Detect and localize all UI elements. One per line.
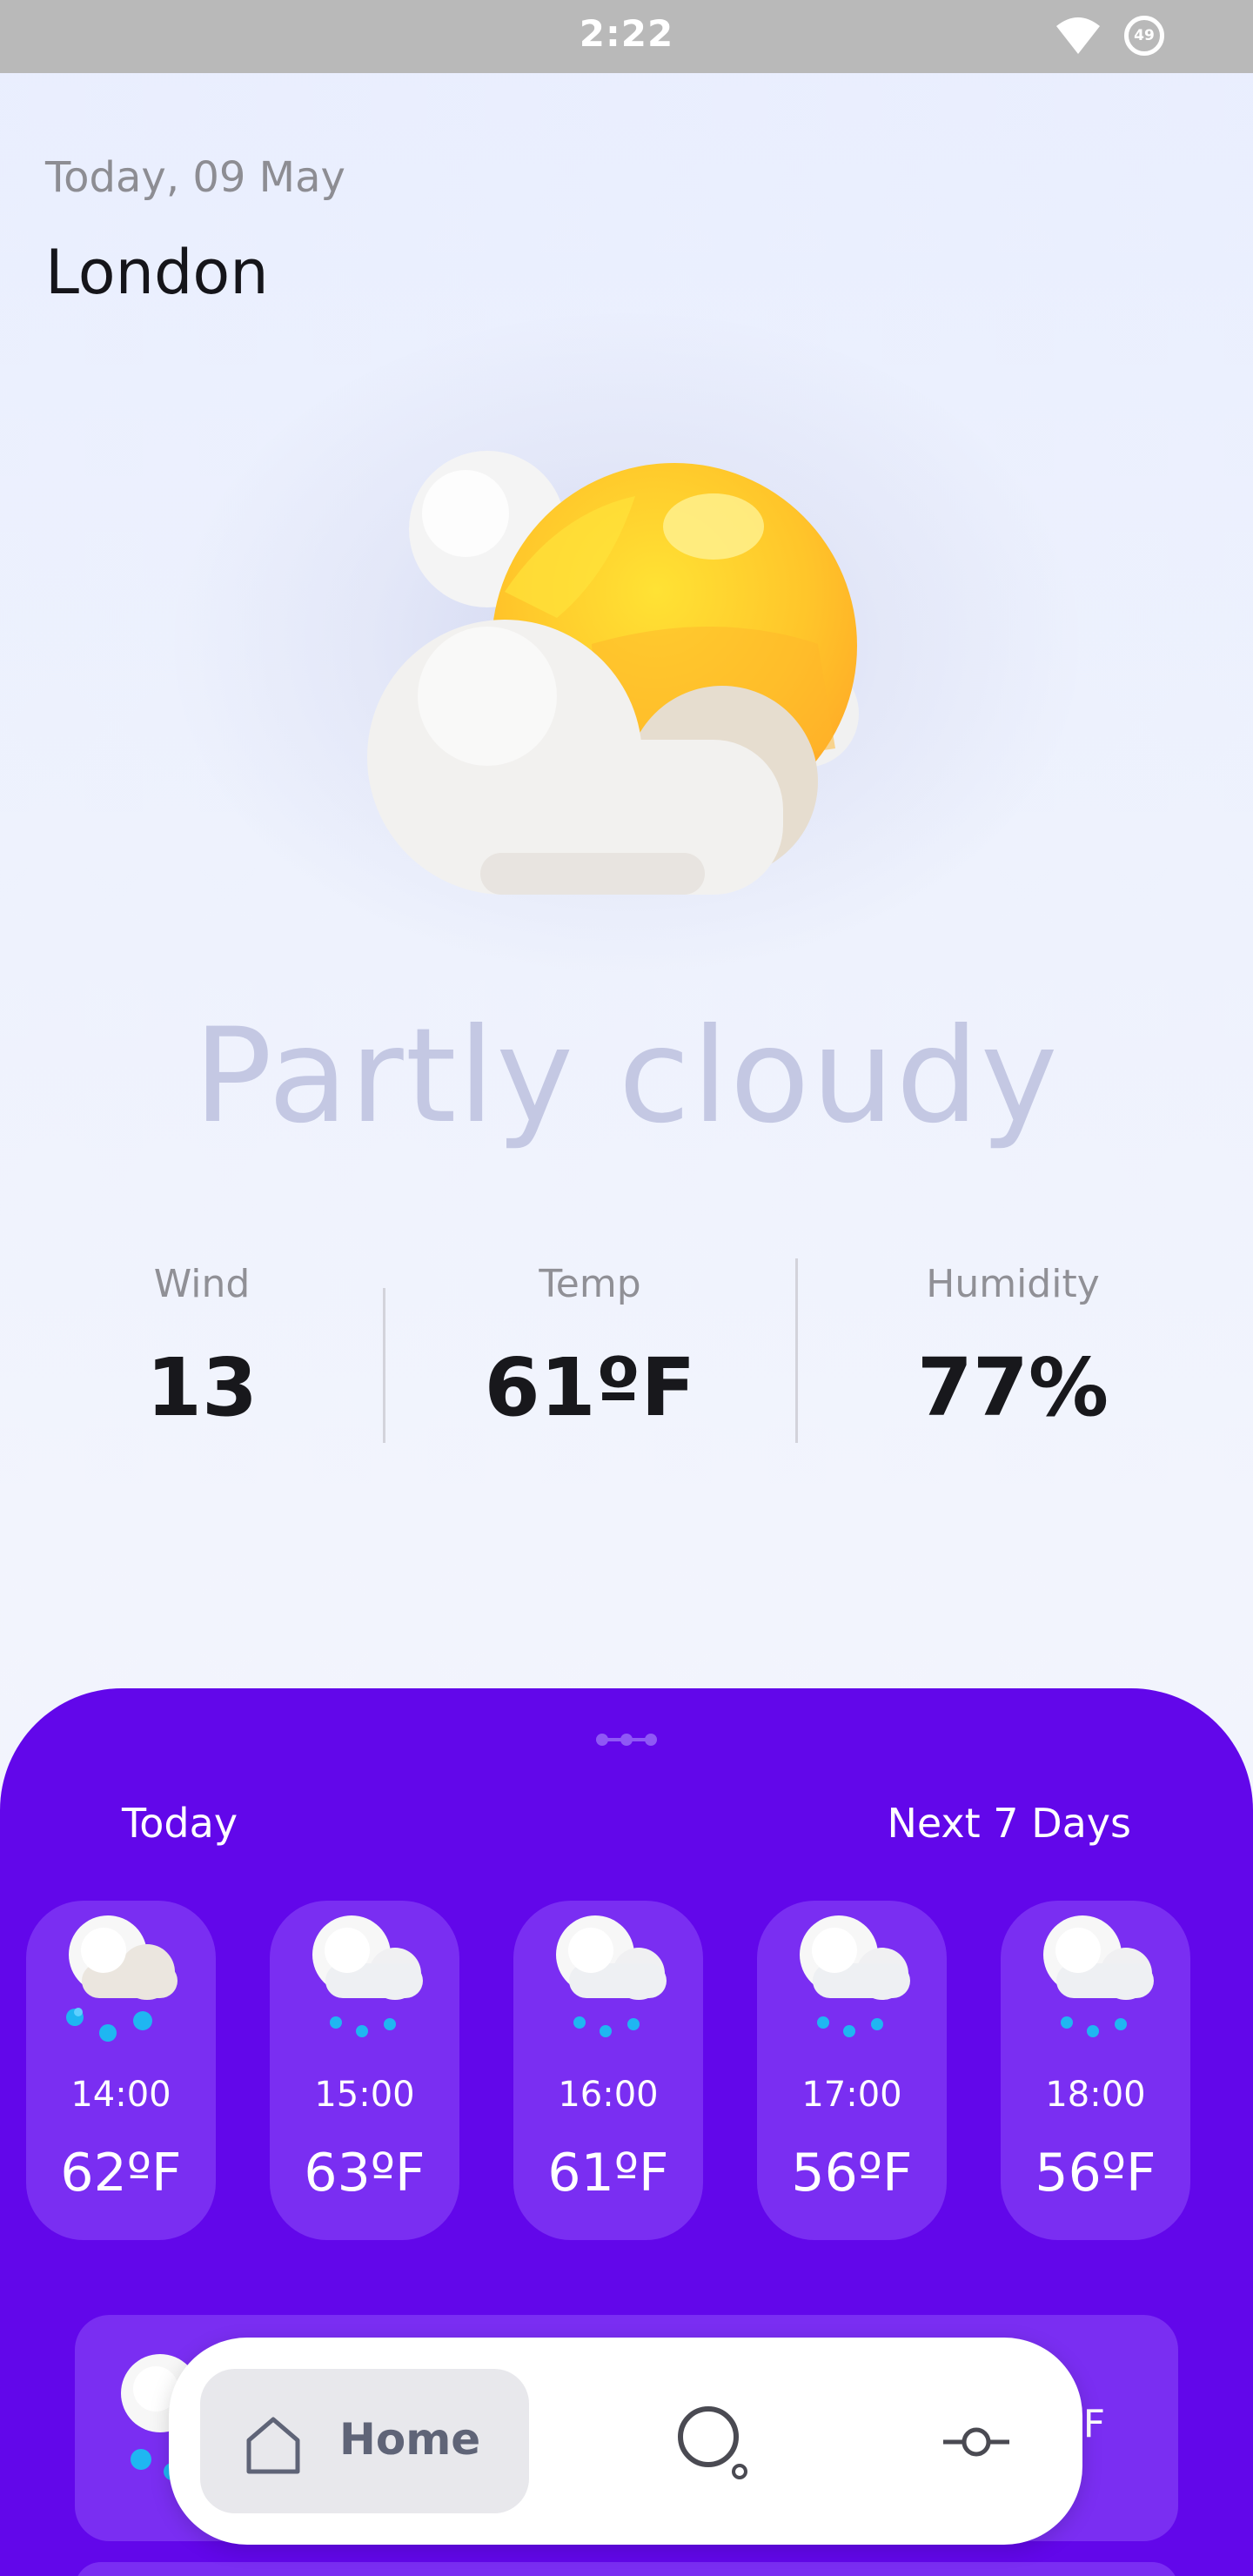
nav-home-button[interactable]: Home	[200, 2369, 529, 2513]
stat-humidity: Humidity 77%	[839, 1262, 1187, 1434]
hour-card[interactable]: 18:00 56ºF	[1001, 1901, 1190, 2240]
hour-temp: 61ºF	[547, 2143, 669, 2204]
stat-label: Temp	[539, 1262, 641, 1306]
date-label: Today, 09 May	[45, 153, 345, 202]
home-icon	[246, 2417, 300, 2474]
nav-home-label: Home	[339, 2414, 481, 2465]
daily-card[interactable]	[75, 2562, 1178, 2576]
status-bar: 2:22 49	[0, 0, 1253, 73]
hour-temp: 56ºF	[1035, 2143, 1156, 2204]
hour-time: 15:00	[314, 2075, 415, 2115]
tab-today[interactable]: Today	[122, 1800, 238, 1847]
divider	[795, 1258, 798, 1443]
stat-label: Wind	[153, 1262, 251, 1306]
hour-time: 16:00	[558, 2075, 659, 2115]
drizzle-cloud-icon	[312, 1915, 423, 2037]
drizzle-cloud-icon	[556, 1915, 667, 2037]
hour-temp: 63ºF	[304, 2143, 425, 2204]
stat-wind: Wind 13	[28, 1262, 376, 1434]
hour-card[interactable]: 16:00 61ºF	[513, 1901, 703, 2240]
condition-label: Partly cloudy	[193, 1001, 1060, 1152]
stat-label: Humidity	[926, 1262, 1100, 1306]
hour-time: 17:00	[801, 2075, 902, 2115]
rain-cloud-icon	[66, 1915, 178, 2042]
stat-value: 13	[145, 1341, 258, 1434]
divider	[383, 1288, 385, 1443]
tab-next-7-days[interactable]: Next 7 Days	[888, 1800, 1131, 1847]
search-icon[interactable]	[675, 2404, 754, 2482]
stat-value: 61ºF	[484, 1341, 696, 1434]
sun-cloud-icon	[367, 451, 859, 895]
hour-card[interactable]: 14:00 62ºF	[26, 1901, 216, 2240]
hour-temp: 56ºF	[791, 2143, 913, 2204]
battery-icon: 49	[1124, 16, 1164, 56]
slider-settings-icon[interactable]	[941, 2416, 1011, 2468]
hour-temp: 62ºF	[60, 2143, 182, 2204]
drizzle-cloud-icon	[1043, 1915, 1154, 2037]
hour-card[interactable]: 15:00 63ºF	[270, 1901, 459, 2240]
hour-card[interactable]: 17:00 56ºF	[757, 1901, 947, 2240]
hour-time: 14:00	[70, 2075, 171, 2115]
drizzle-cloud-icon	[800, 1915, 910, 2037]
drag-handle-icon[interactable]	[595, 1732, 658, 1748]
bottom-nav: Home	[169, 2338, 1082, 2545]
hour-time: 18:00	[1045, 2075, 1146, 2115]
wifi-icon	[1056, 17, 1100, 54]
city-label[interactable]: London	[45, 237, 269, 308]
stat-value: 77%	[916, 1341, 1109, 1434]
battery-level: 49	[1134, 27, 1155, 44]
stat-temp: Temp 61ºF	[416, 1262, 764, 1434]
